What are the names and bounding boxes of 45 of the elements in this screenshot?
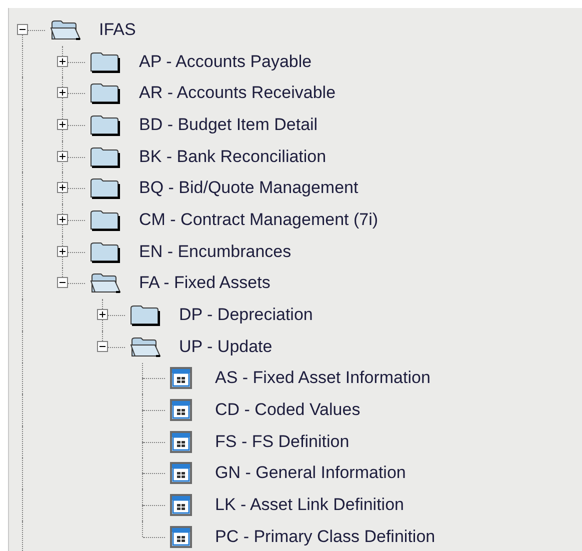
- form-icon: [169, 366, 193, 390]
- form-icon: [169, 524, 193, 549]
- folder-icon: [129, 303, 161, 328]
- open-folder-icon: [49, 18, 81, 42]
- open-folder-icon: [129, 334, 161, 359]
- collapse-toggle[interactable]: [17, 24, 28, 35]
- folder-icon: [89, 81, 121, 106]
- folder-icon: [89, 112, 121, 137]
- open-folder-icon: [89, 271, 121, 296]
- form-icon: [169, 398, 193, 422]
- expand-toggle[interactable]: [57, 87, 68, 98]
- collapse-toggle[interactable]: [97, 340, 108, 352]
- folder-icon: [89, 144, 121, 169]
- expand-toggle[interactable]: [57, 56, 68, 67]
- expand-toggle[interactable]: [97, 309, 108, 320]
- tree-item-label[interactable]: CM - Contract Management (7i): [139, 210, 378, 230]
- form-icon: [169, 461, 193, 486]
- form-icon: [169, 493, 193, 518]
- expand-toggle[interactable]: [57, 182, 68, 194]
- expand-toggle[interactable]: [57, 118, 68, 130]
- tree-item-label[interactable]: DP - Depreciation: [179, 305, 313, 326]
- folder-icon: [89, 240, 121, 264]
- tree-item-label[interactable]: AP - Accounts Payable: [139, 52, 312, 72]
- tree-item-label[interactable]: CD - Coded Values: [215, 400, 360, 420]
- tree-item-label[interactable]: EN - Encumbrances: [139, 242, 292, 262]
- tree-item-label[interactable]: PC - Primary Class Definition: [215, 526, 436, 547]
- tree-item-label[interactable]: BK - Bank Reconciliation: [139, 146, 326, 167]
- folder-icon: [89, 176, 121, 200]
- form-icon: [169, 430, 193, 454]
- expand-toggle[interactable]: [57, 246, 68, 257]
- tree-item-label[interactable]: AR - Accounts Receivable: [139, 83, 336, 104]
- tree-item-label[interactable]: LK - Asset Link Definition: [215, 495, 404, 516]
- expand-toggle[interactable]: [57, 214, 68, 225]
- tree-item-label[interactable]: UP - Update: [179, 336, 272, 357]
- tree-item-label[interactable]: BQ - Bid/Quote Management: [139, 178, 358, 198]
- tree-item-label[interactable]: IFAS: [99, 20, 136, 40]
- tree-item-label[interactable]: GN - General Information: [215, 463, 406, 484]
- tree-item-label[interactable]: FS - FS Definition: [215, 432, 350, 452]
- tree-item-label[interactable]: AS - Fixed Asset Information: [215, 368, 430, 388]
- expand-toggle[interactable]: [57, 150, 68, 162]
- folder-icon: [89, 208, 121, 232]
- tree-item-label[interactable]: BD - Budget Item Detail: [139, 114, 318, 135]
- tree-item-label[interactable]: FA - Fixed Assets: [139, 273, 270, 294]
- folder-icon: [89, 50, 121, 74]
- collapse-toggle[interactable]: [57, 277, 68, 288]
